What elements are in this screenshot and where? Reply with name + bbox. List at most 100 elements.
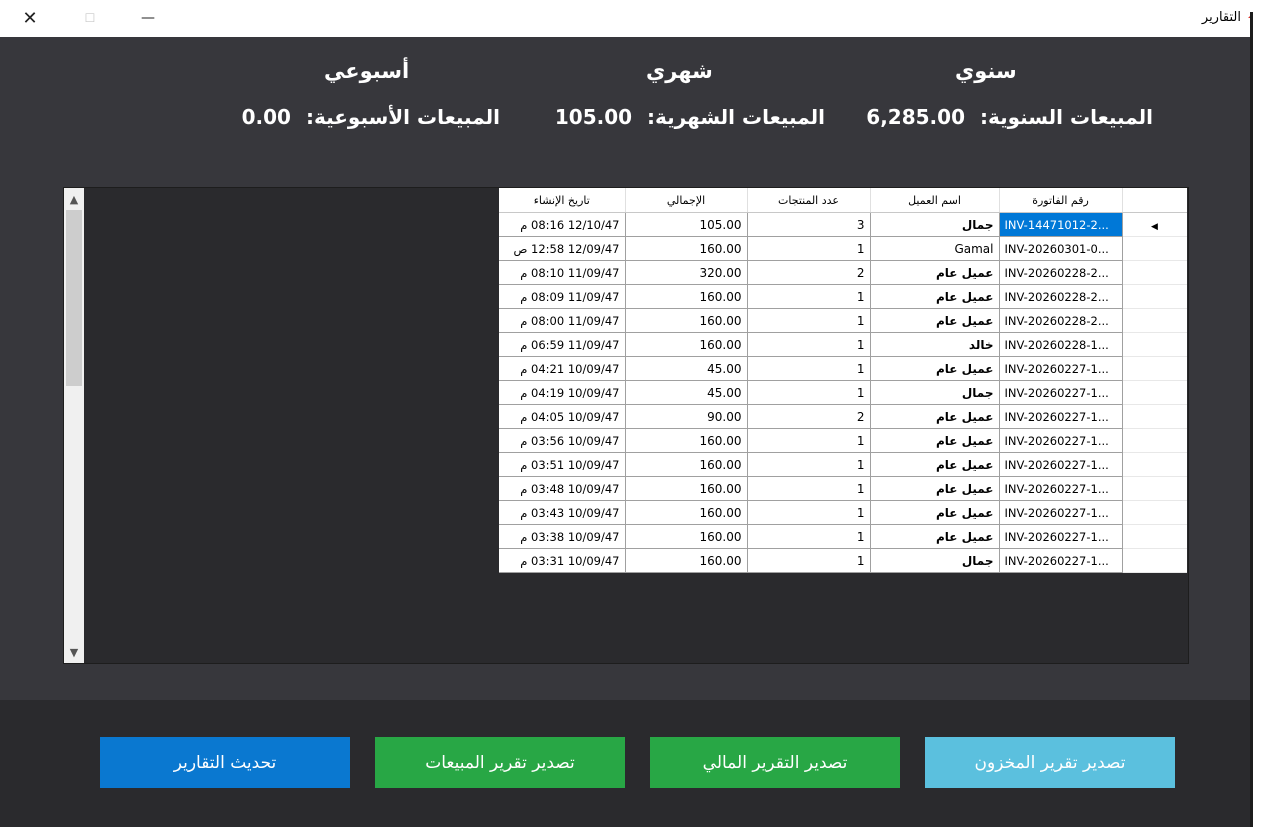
table-row[interactable]: 10/09/47 03:56 م 160.00 1 عميل عام INV-20260…: [499, 428, 1187, 453]
table-row[interactable]: 10/09/47 04:19 م 45.00 1 جمال INV-20260227-1…: [499, 380, 1187, 405]
cell-created[interactable]: 10/09/47 03:56 م: [499, 428, 626, 453]
cell-customer[interactable]: عميل عام: [870, 356, 1000, 381]
scroll-up-icon[interactable]: ▲: [64, 190, 84, 208]
row-header[interactable]: ▶: [1122, 212, 1187, 237]
cell-count[interactable]: 1: [747, 548, 871, 573]
cell-customer[interactable]: خالد: [870, 332, 1000, 357]
vertical-scrollbar[interactable]: ▲ ▼: [64, 188, 84, 663]
cell-customer[interactable]: عميل عام: [870, 524, 1000, 549]
cell-created[interactable]: 12/09/47 12:58 ص: [499, 236, 626, 261]
table-row[interactable]: 10/09/47 03:38 م 160.00 1 عميل عام INV-20260…: [499, 524, 1187, 549]
column-header-total[interactable]: الإجمالي: [625, 188, 748, 213]
cell-count[interactable]: 1: [747, 284, 871, 309]
row-header[interactable]: [1122, 380, 1187, 405]
column-header-count[interactable]: عدد المنتجات: [747, 188, 871, 213]
cell-invoice[interactable]: INV-20260227-1...: [999, 476, 1123, 501]
table-row[interactable]: 10/09/47 03:31 م 160.00 1 جمال INV-20260227-…: [499, 548, 1187, 573]
table-row[interactable]: 10/09/47 03:48 م 160.00 1 عميل عام INV-20260…: [499, 476, 1187, 501]
cell-created[interactable]: 10/09/47 04:19 م: [499, 380, 626, 405]
row-header[interactable]: [1122, 356, 1187, 381]
cell-count[interactable]: 1: [747, 428, 871, 453]
cell-count[interactable]: 1: [747, 476, 871, 501]
column-header-invoice[interactable]: رقم الفاتورة: [999, 188, 1123, 213]
cell-total[interactable]: 105.00: [625, 212, 748, 237]
cell-customer[interactable]: عميل عام: [870, 260, 1000, 285]
column-header-created[interactable]: تاريخ الإنشاء: [499, 188, 626, 213]
export-inventory-report-button[interactable]: تصدير تقرير المخزون: [925, 737, 1175, 788]
cell-invoice[interactable]: INV-20260227-1...: [999, 548, 1123, 573]
table-row[interactable]: 11/09/47 08:10 م 320.00 2 عميل عام INV-20260…: [499, 260, 1187, 285]
scroll-down-icon[interactable]: ▼: [64, 643, 84, 661]
row-header[interactable]: [1122, 428, 1187, 453]
cell-created[interactable]: 11/09/47 08:00 م: [499, 308, 626, 333]
cell-invoice[interactable]: INV-20260227-1...: [999, 452, 1123, 477]
cell-total[interactable]: 160.00: [625, 524, 748, 549]
cell-invoice[interactable]: INV-20260227-1...: [999, 404, 1123, 429]
cell-customer[interactable]: عميل عام: [870, 284, 1000, 309]
cell-total[interactable]: 160.00: [625, 236, 748, 261]
row-header[interactable]: [1122, 332, 1187, 357]
cell-customer[interactable]: عميل عام: [870, 476, 1000, 501]
column-header-customer[interactable]: اسم العميل: [870, 188, 1000, 213]
cell-customer[interactable]: عميل عام: [870, 404, 1000, 429]
cell-created[interactable]: 12/10/47 08:16 م: [499, 212, 626, 237]
invoices-grid[interactable]: ▲ ▼ تاريخ الإنشاء الإجمالي عدد المنتجات …: [63, 187, 1189, 664]
cell-customer[interactable]: عميل عام: [870, 500, 1000, 525]
cell-invoice[interactable]: INV-20260228-1...: [999, 332, 1123, 357]
cell-created[interactable]: 10/09/47 04:05 م: [499, 404, 626, 429]
cell-invoice[interactable]: INV-20260227-1...: [999, 524, 1123, 549]
cell-total[interactable]: 90.00: [625, 404, 748, 429]
cell-total[interactable]: 160.00: [625, 284, 748, 309]
table-row[interactable]: 10/09/47 04:05 م 90.00 2 عميل عام INV-202602…: [499, 404, 1187, 429]
row-header[interactable]: [1122, 524, 1187, 549]
cell-total[interactable]: 160.00: [625, 548, 748, 573]
export-financial-report-button[interactable]: تصدير التقرير المالي: [650, 737, 900, 788]
cell-invoice[interactable]: INV-20260301-0...: [999, 236, 1123, 261]
table-row[interactable]: 12/10/47 08:16 م 105.00 3 جمال INV-14471012-…: [499, 212, 1187, 237]
cell-count[interactable]: 1: [747, 452, 871, 477]
cell-count[interactable]: 1: [747, 380, 871, 405]
cell-count[interactable]: 1: [747, 500, 871, 525]
row-header[interactable]: [1122, 500, 1187, 525]
cell-customer[interactable]: Gamal: [870, 236, 1000, 261]
cell-customer[interactable]: جمال: [870, 380, 1000, 405]
scrollbar-thumb[interactable]: [66, 210, 82, 386]
cell-created[interactable]: 10/09/47 03:48 م: [499, 476, 626, 501]
refresh-reports-button[interactable]: تحديث التقارير: [100, 737, 350, 788]
cell-invoice[interactable]: INV-20260228-2...: [999, 308, 1123, 333]
cell-invoice[interactable]: INV-20260227-1...: [999, 380, 1123, 405]
cell-count[interactable]: 1: [747, 356, 871, 381]
cell-total[interactable]: 45.00: [625, 356, 748, 381]
cell-invoice[interactable]: INV-20260228-2...: [999, 284, 1123, 309]
cell-total[interactable]: 45.00: [625, 380, 748, 405]
cell-count[interactable]: 1: [747, 524, 871, 549]
cell-count[interactable]: 1: [747, 308, 871, 333]
cell-customer[interactable]: عميل عام: [870, 452, 1000, 477]
cell-count[interactable]: 3: [747, 212, 871, 237]
cell-invoice[interactable]: INV-20260227-1...: [999, 356, 1123, 381]
cell-total[interactable]: 160.00: [625, 476, 748, 501]
cell-created[interactable]: 10/09/47 03:38 م: [499, 524, 626, 549]
cell-created[interactable]: 11/09/47 08:10 م: [499, 260, 626, 285]
cell-count[interactable]: 2: [747, 404, 871, 429]
row-header[interactable]: [1122, 476, 1187, 501]
table-row[interactable]: 11/09/47 06:59 م 160.00 1 خالد INV-20260228-…: [499, 332, 1187, 357]
export-sales-report-button[interactable]: تصدير تقرير المبيعات: [375, 737, 625, 788]
table-row[interactable]: 12/09/47 12:58 ص 160.00 1 Gamal INV-20260301…: [499, 236, 1187, 261]
cell-customer[interactable]: عميل عام: [870, 308, 1000, 333]
cell-invoice[interactable]: INV-20260228-2...: [999, 260, 1123, 285]
row-header[interactable]: [1122, 548, 1187, 573]
cell-total[interactable]: 160.00: [625, 308, 748, 333]
cell-total[interactable]: 160.00: [625, 332, 748, 357]
cell-created[interactable]: 11/09/47 06:59 م: [499, 332, 626, 357]
cell-invoice[interactable]: INV-20260227-1...: [999, 428, 1123, 453]
cell-customer[interactable]: جمال: [870, 548, 1000, 573]
table-row[interactable]: 10/09/47 03:43 م 160.00 1 عميل عام INV-20260…: [499, 500, 1187, 525]
table-row[interactable]: 10/09/47 03:51 م 160.00 1 عميل عام INV-20260…: [499, 452, 1187, 477]
cell-invoice[interactable]: INV-20260227-1...: [999, 500, 1123, 525]
table-row[interactable]: 10/09/47 04:21 م 45.00 1 عميل عام INV-202602…: [499, 356, 1187, 381]
cell-created[interactable]: 10/09/47 04:21 م: [499, 356, 626, 381]
cell-total[interactable]: 160.00: [625, 428, 748, 453]
cell-total[interactable]: 160.00: [625, 500, 748, 525]
table-row[interactable]: 11/09/47 08:00 م 160.00 1 عميل عام INV-20260…: [499, 308, 1187, 333]
